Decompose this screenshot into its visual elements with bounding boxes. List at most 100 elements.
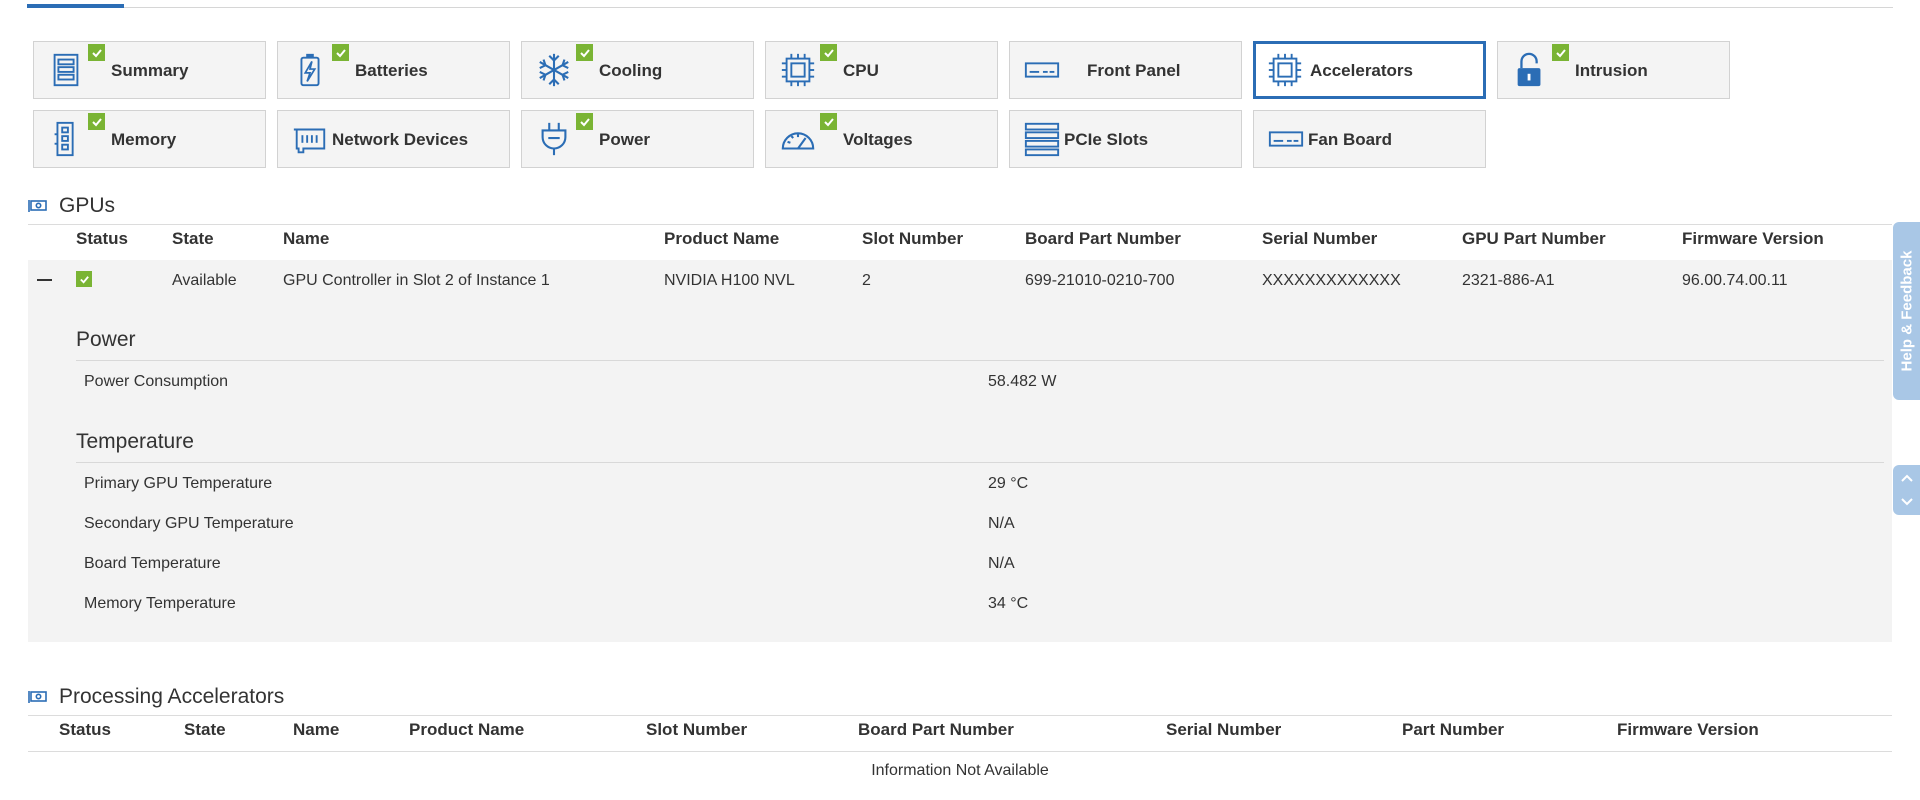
tile-pcie-slots[interactable]: PCIe Slots bbox=[1009, 110, 1242, 168]
section-title: Processing Accelerators bbox=[59, 685, 285, 708]
col-name[interactable]: Name bbox=[283, 229, 329, 249]
tile-row-1: Summary Batteries Cooling CPU Front Pane… bbox=[33, 41, 1733, 99]
tile-voltages[interactable]: Voltages bbox=[765, 110, 998, 168]
memory-icon bbox=[46, 119, 86, 159]
scroll-control bbox=[1893, 465, 1920, 515]
collapse-row-button[interactable] bbox=[37, 279, 52, 281]
primary-gpu-temp-label: Primary GPU Temperature bbox=[84, 475, 273, 492]
cpu-icon bbox=[778, 50, 818, 90]
tile-label: PCIe Slots bbox=[1064, 130, 1149, 149]
col-status[interactable]: Status bbox=[76, 229, 128, 249]
check-icon bbox=[820, 44, 837, 61]
chevron-down-icon[interactable] bbox=[1899, 492, 1914, 512]
help-feedback-tab[interactable]: Help & Feedback bbox=[1893, 222, 1920, 400]
tile-label: Network Devices bbox=[332, 130, 469, 149]
gauge-icon bbox=[778, 119, 818, 159]
active-tab-indicator bbox=[27, 4, 124, 8]
empty-state-text: Information Not Available bbox=[871, 762, 1049, 779]
power-divider bbox=[76, 360, 1884, 361]
col-firmware-version[interactable]: Firmware Version bbox=[1682, 229, 1824, 249]
tile-summary[interactable]: Summary bbox=[33, 41, 266, 99]
col-part-number[interactable]: Part Number bbox=[1402, 720, 1504, 740]
tile-front-panel[interactable]: Front Panel bbox=[1009, 41, 1242, 99]
lock-open-icon bbox=[1510, 50, 1550, 90]
top-divider bbox=[27, 7, 1893, 8]
tile-intrusion[interactable]: Intrusion bbox=[1497, 41, 1730, 99]
col-slot-number[interactable]: Slot Number bbox=[646, 720, 747, 740]
col-board-part-number[interactable]: Board Part Number bbox=[858, 720, 1014, 740]
board-temp-label: Board Temperature bbox=[84, 555, 221, 572]
col-name[interactable]: Name bbox=[293, 720, 339, 740]
tile-cpu[interactable]: CPU bbox=[765, 41, 998, 99]
tile-label: Summary bbox=[111, 61, 189, 80]
chevron-up-icon[interactable] bbox=[1899, 468, 1914, 488]
board-temp-value: N/A bbox=[988, 555, 1015, 572]
summary-icon bbox=[46, 50, 86, 90]
col-state[interactable]: State bbox=[172, 229, 214, 249]
status-ok-icon bbox=[76, 271, 92, 287]
section-icon bbox=[28, 200, 47, 212]
col-state[interactable]: State bbox=[184, 720, 226, 740]
tile-cooling[interactable]: Cooling bbox=[521, 41, 754, 99]
section-title: GPUs bbox=[59, 194, 116, 217]
help-feedback-label: Help & Feedback bbox=[1898, 250, 1915, 372]
tile-batteries[interactable]: Batteries bbox=[277, 41, 510, 99]
gpus-section-header: GPUs bbox=[28, 194, 115, 218]
snowflake-icon bbox=[534, 50, 574, 90]
tile-power[interactable]: Power bbox=[521, 110, 754, 168]
memory-temp-value: 34 °C bbox=[988, 595, 1029, 612]
tile-network-devices[interactable]: Network Devices bbox=[277, 110, 510, 168]
gpu-product-name: NVIDIA H100 NVL bbox=[664, 272, 795, 289]
tile-memory[interactable]: Memory bbox=[33, 110, 266, 168]
gpus-table-header: Status State Name Product Name Slot Numb… bbox=[28, 225, 1892, 259]
col-slot-number[interactable]: Slot Number bbox=[862, 229, 963, 249]
pcie-slots-icon bbox=[1022, 119, 1062, 159]
tile-label: Accelerators bbox=[1310, 61, 1414, 80]
component-tiles: Summary Batteries Cooling CPU Front Pane… bbox=[33, 41, 1733, 179]
fan-board-icon bbox=[1266, 119, 1306, 159]
tile-label: Intrusion bbox=[1575, 61, 1648, 80]
col-board-part-number[interactable]: Board Part Number bbox=[1025, 229, 1181, 249]
col-product-name[interactable]: Product Name bbox=[409, 720, 524, 740]
section-icon bbox=[28, 691, 47, 703]
tile-fan-board[interactable]: Fan Board bbox=[1253, 110, 1486, 168]
primary-gpu-temp-value: 29 °C bbox=[988, 475, 1029, 492]
col-gpu-part-number[interactable]: GPU Part Number bbox=[1462, 229, 1606, 249]
battery-icon bbox=[290, 50, 330, 90]
front-panel-icon bbox=[1022, 50, 1062, 90]
col-firmware-version[interactable]: Firmware Version bbox=[1617, 720, 1759, 740]
gpu-slot-number: 2 bbox=[862, 272, 871, 289]
plug-icon bbox=[534, 119, 574, 159]
gpu-firmware-version: 96.00.74.00.11 bbox=[1682, 272, 1788, 289]
gpu-expanded-row: Available GPU Controller in Slot 2 of In… bbox=[28, 260, 1892, 642]
tile-label: Cooling bbox=[599, 61, 663, 80]
gpu-part-number: 2321-886-A1 bbox=[1462, 272, 1555, 289]
check-icon bbox=[88, 113, 105, 130]
tile-label: Batteries bbox=[355, 61, 428, 80]
secondary-gpu-temp-label: Secondary GPU Temperature bbox=[84, 515, 294, 532]
check-icon bbox=[88, 44, 105, 61]
tile-label: Front Panel bbox=[1087, 61, 1181, 80]
memory-temp-label: Memory Temperature bbox=[84, 595, 236, 612]
tile-accelerators[interactable]: Accelerators bbox=[1253, 41, 1486, 99]
tile-label: Fan Board bbox=[1308, 130, 1393, 149]
check-icon bbox=[576, 44, 593, 61]
tile-label: Memory bbox=[111, 130, 177, 149]
power-consumption-value: 58.482 W bbox=[988, 373, 1057, 390]
col-status[interactable]: Status bbox=[59, 720, 111, 740]
col-product-name[interactable]: Product Name bbox=[664, 229, 779, 249]
secondary-gpu-temp-value: N/A bbox=[988, 515, 1015, 532]
network-card-icon bbox=[290, 119, 330, 159]
tile-label: Power bbox=[599, 130, 651, 149]
temperature-divider bbox=[76, 462, 1884, 463]
pa-table-header: Status State Name Product Name Slot Numb… bbox=[28, 716, 1892, 750]
tile-label: CPU bbox=[843, 61, 879, 80]
col-serial-number[interactable]: Serial Number bbox=[1166, 720, 1281, 740]
gpu-state: Available bbox=[172, 272, 237, 289]
check-icon bbox=[820, 113, 837, 130]
processing-accelerators-header: Processing Accelerators bbox=[28, 685, 284, 709]
check-icon bbox=[576, 113, 593, 130]
gpu-board-part-number: 699-21010-0210-700 bbox=[1025, 272, 1175, 289]
tile-label: Voltages bbox=[843, 130, 913, 149]
col-serial-number[interactable]: Serial Number bbox=[1262, 229, 1377, 249]
